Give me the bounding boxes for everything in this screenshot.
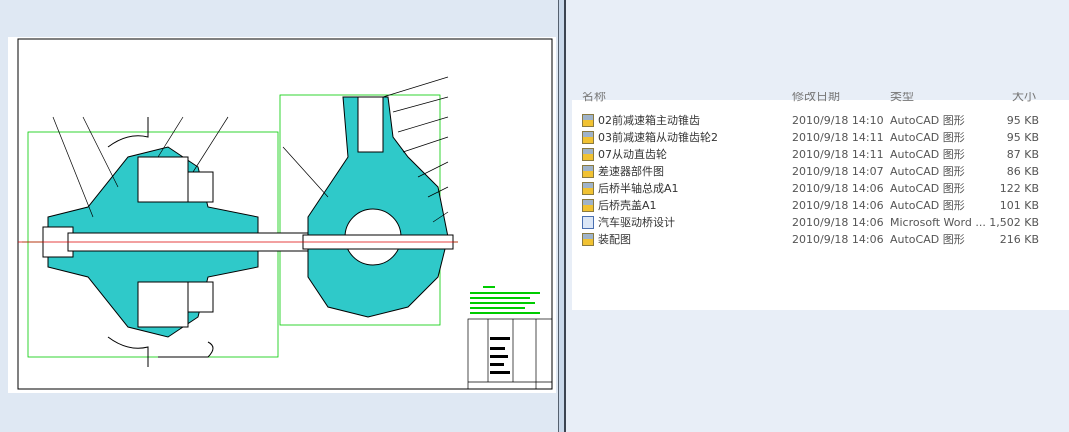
pane-splitter[interactable] <box>558 0 566 432</box>
autocad-file-icon <box>582 114 594 127</box>
column-header-size[interactable]: 大小 <box>1012 92 1036 102</box>
file-size: 95 KB <box>1006 131 1039 144</box>
file-list: 名称 修改日期 类型 大小 02前减速箱主动锥齿 2010/9/18 14:10… <box>572 92 1069 310</box>
file-size: 122 KB <box>999 182 1039 195</box>
file-row[interactable]: 02前减速箱主动锥齿 2010/9/18 14:10 AutoCAD 图形 95… <box>572 112 1069 129</box>
file-type: AutoCAD 图形 <box>890 182 965 195</box>
file-type: AutoCAD 图形 <box>890 131 965 144</box>
file-size: 87 KB <box>1006 148 1039 161</box>
file-date: 2010/9/18 14:06 <box>792 199 884 212</box>
file-name: 差速器部件图 <box>598 165 664 178</box>
column-header-name[interactable]: 名称 <box>582 92 606 102</box>
file-name: 02前减速箱主动锥齿 <box>598 114 700 127</box>
file-name: 后桥半轴总成A1 <box>598 182 679 195</box>
file-size: 86 KB <box>1006 165 1039 178</box>
assembly-drawing <box>17 38 553 390</box>
file-type: AutoCAD 图形 <box>890 233 965 246</box>
file-row[interactable]: 后桥壳盖A1 2010/9/18 14:06 AutoCAD 图形 101 KB <box>572 197 1069 214</box>
file-list-pane: 名称 修改日期 类型 大小 02前减速箱主动锥齿 2010/9/18 14:10… <box>566 0 1069 432</box>
word-file-icon <box>582 216 594 229</box>
file-type: AutoCAD 图形 <box>890 148 965 161</box>
file-date: 2010/9/18 14:11 <box>792 148 884 161</box>
file-date: 2010/9/18 14:11 <box>792 131 884 144</box>
file-date: 2010/9/18 14:10 <box>792 114 884 127</box>
file-size: 101 KB <box>999 199 1039 212</box>
file-row[interactable]: 07从动直齿轮 2010/9/18 14:11 AutoCAD 图形 87 KB <box>572 146 1069 163</box>
file-type: AutoCAD 图形 <box>890 165 965 178</box>
file-row[interactable]: 装配图 2010/9/18 14:06 AutoCAD 图形 216 KB <box>572 231 1069 248</box>
file-name: 07从动直齿轮 <box>598 148 667 161</box>
autocad-file-icon <box>582 131 594 144</box>
file-date: 2010/9/18 14:06 <box>792 182 884 195</box>
file-row[interactable]: 差速器部件图 2010/9/18 14:07 AutoCAD 图形 86 KB <box>572 163 1069 180</box>
file-size: 1,502 KB <box>989 216 1039 229</box>
autocad-file-icon <box>582 182 594 195</box>
file-type: AutoCAD 图形 <box>890 114 965 127</box>
file-type: AutoCAD 图形 <box>890 199 965 212</box>
file-name: 装配图 <box>598 233 631 246</box>
file-name: 后桥壳盖A1 <box>598 199 657 212</box>
file-row[interactable]: 03前减速箱从动锥齿轮2 2010/9/18 14:11 AutoCAD 图形 … <box>572 129 1069 146</box>
autocad-file-icon <box>582 233 594 246</box>
file-row[interactable]: 汽车驱动桥设计 2010/9/18 14:06 Microsoft Word .… <box>572 214 1069 231</box>
file-type: Microsoft Word ... <box>890 216 986 229</box>
column-header-type[interactable]: 类型 <box>890 92 914 102</box>
autocad-file-icon <box>582 199 594 212</box>
autocad-file-icon <box>582 148 594 161</box>
column-header-date[interactable]: 修改日期 <box>792 92 840 102</box>
file-size: 216 KB <box>999 233 1039 246</box>
file-date: 2010/9/18 14:06 <box>792 216 884 229</box>
file-date: 2010/9/18 14:06 <box>792 233 884 246</box>
file-size: 95 KB <box>1006 114 1039 127</box>
file-row[interactable]: 后桥半轴总成A1 2010/9/18 14:06 AutoCAD 图形 122 … <box>572 180 1069 197</box>
file-name: 汽车驱动桥设计 <box>598 216 675 229</box>
autocad-file-icon <box>582 165 594 178</box>
file-name: 03前减速箱从动锥齿轮2 <box>598 131 718 144</box>
cad-drawing-sheet <box>8 37 556 393</box>
drawing-preview-pane <box>0 0 558 432</box>
file-date: 2010/9/18 14:07 <box>792 165 884 178</box>
